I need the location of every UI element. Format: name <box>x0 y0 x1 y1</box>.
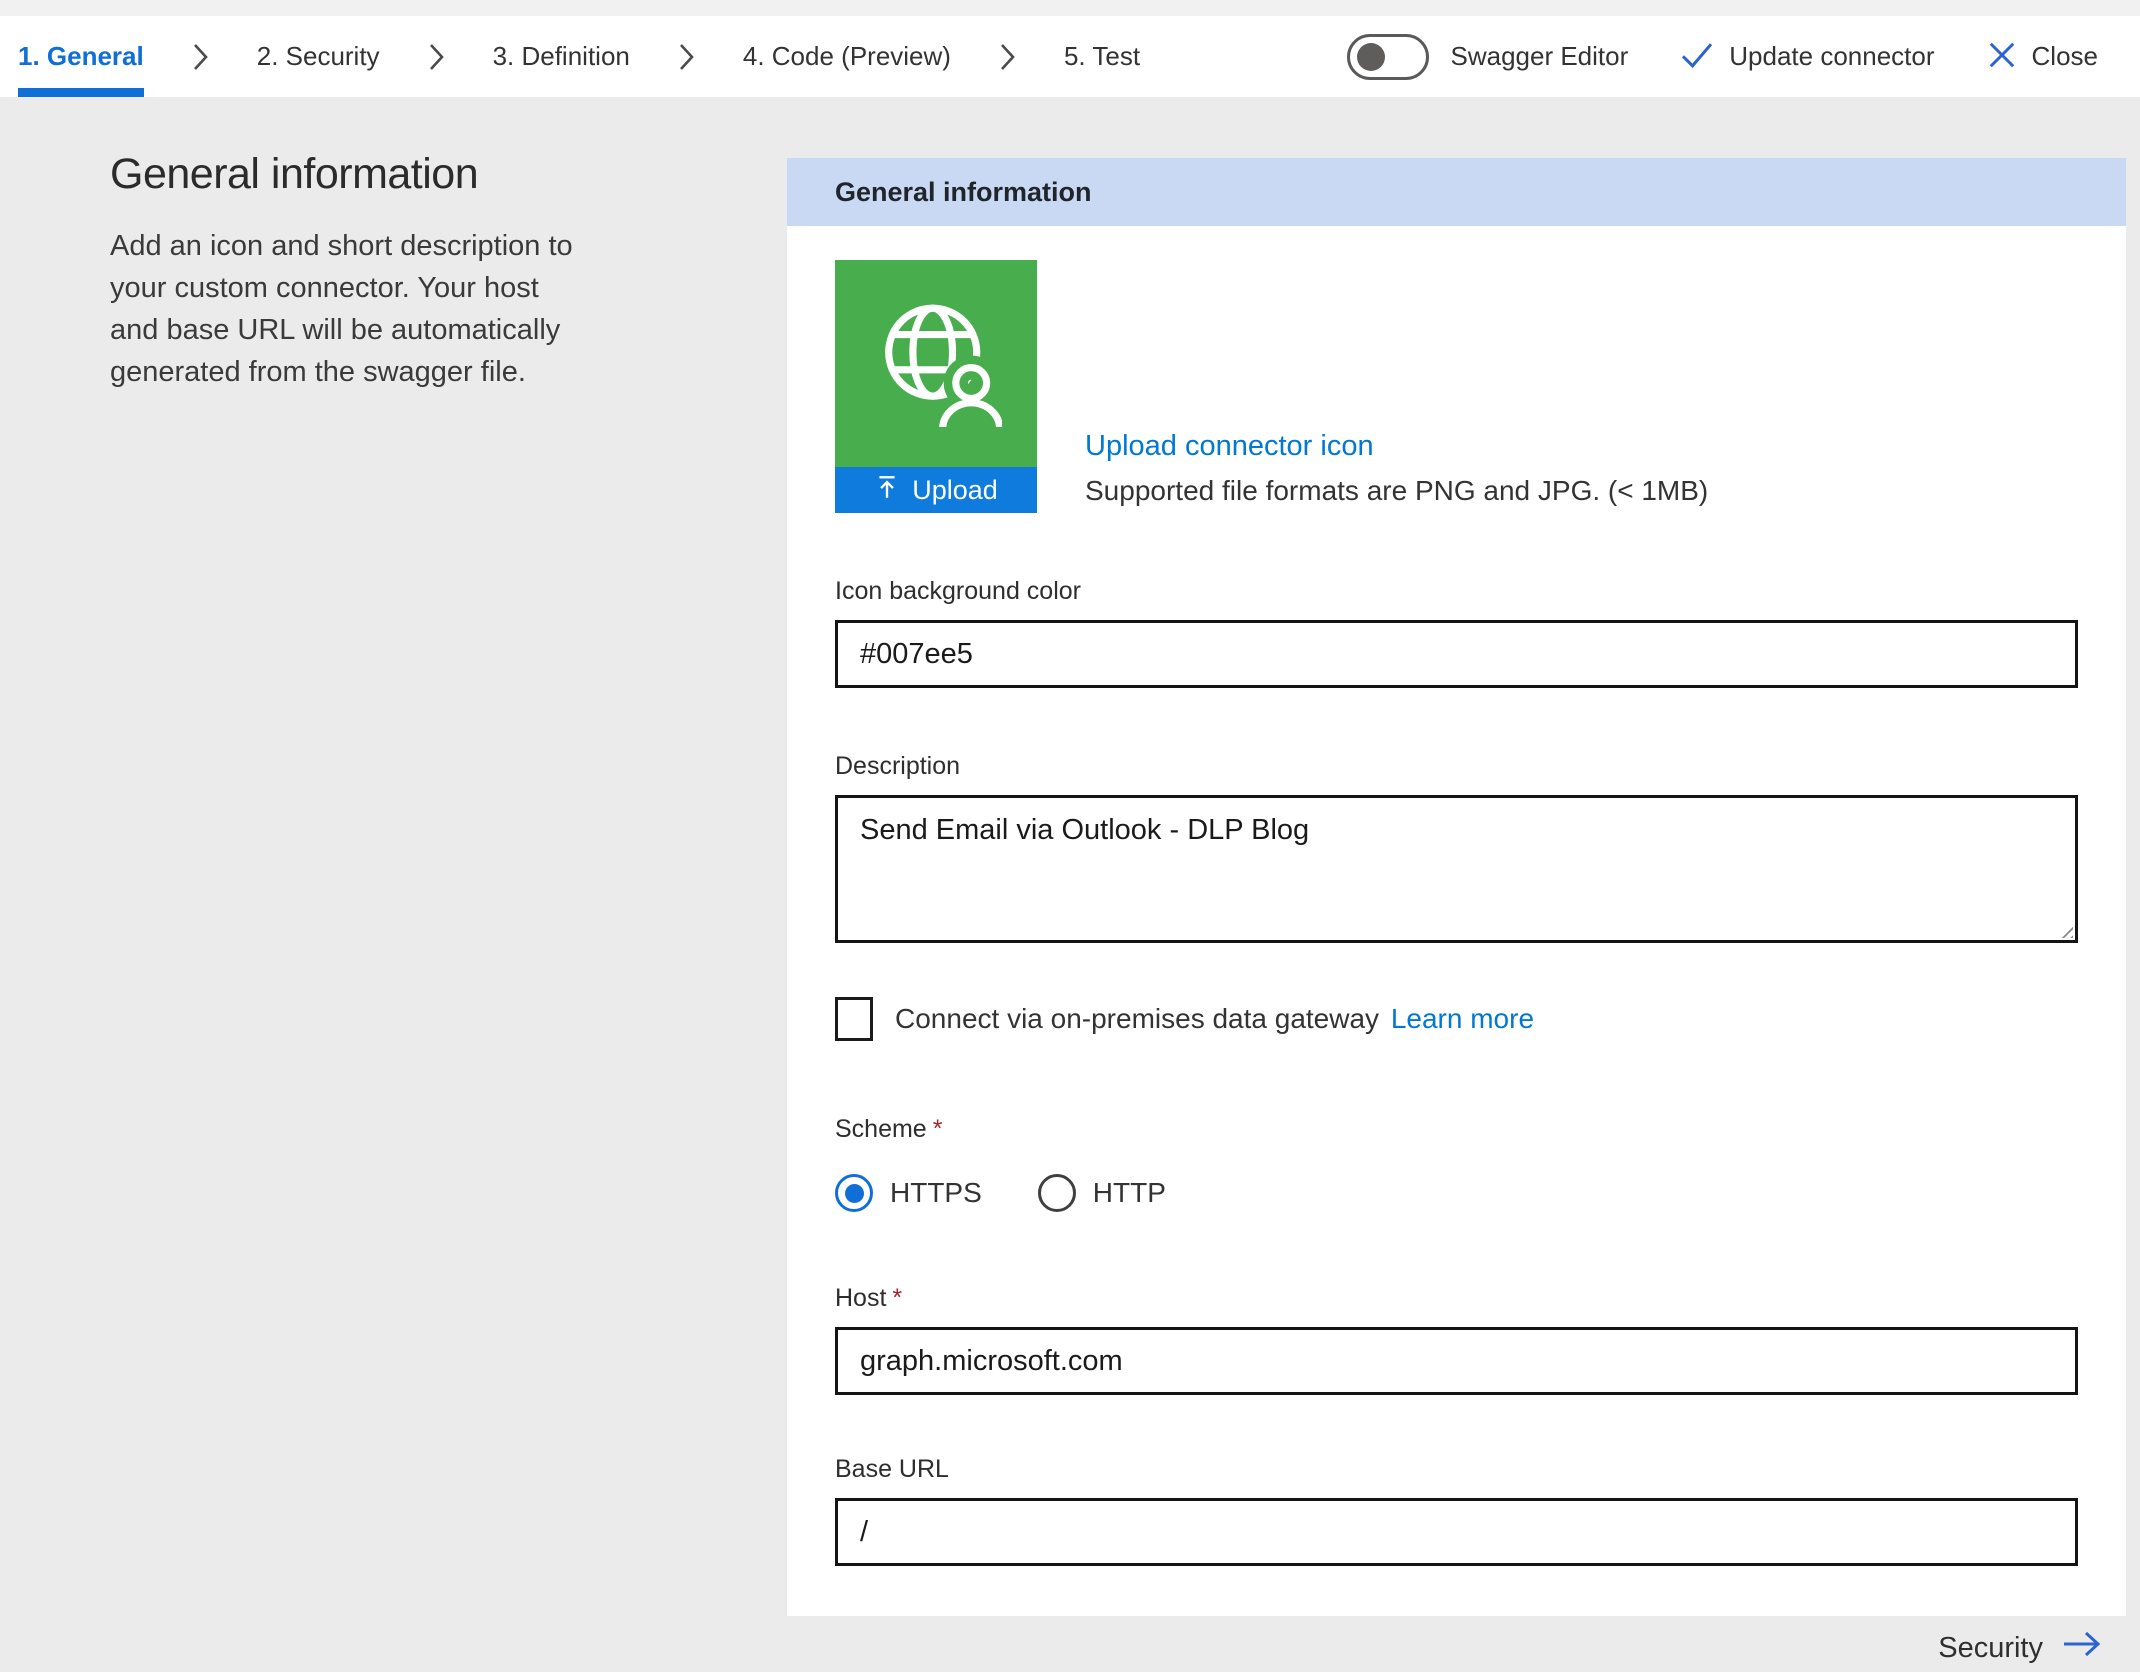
required-asterisk: * <box>892 1284 902 1312</box>
connector-icon-preview: Upload <box>835 260 1037 513</box>
close-label: Close <box>2032 41 2098 72</box>
radio-https-label: HTTPS <box>890 1177 982 1209</box>
scheme-radio-group: HTTPS HTTP <box>835 1174 2078 1212</box>
radio-http-label: HTTP <box>1093 1177 1166 1209</box>
icon-background-color-field: Icon background color <box>835 577 2078 688</box>
chevron-right-icon <box>678 16 695 97</box>
base-url-input[interactable] <box>835 1498 2078 1566</box>
tab-definition[interactable]: 3. Definition <box>493 16 630 97</box>
description-field: Description Send Email via Outlook - DLP… <box>835 752 2078 943</box>
window-top-strip <box>0 0 2140 16</box>
panel-body: Upload Upload connector icon Supported f… <box>787 226 2126 1616</box>
swagger-editor-toggle[interactable] <box>1347 34 1429 80</box>
chevron-right-icon <box>428 16 445 97</box>
host-field: Host* <box>835 1284 2078 1395</box>
page-description: Add an icon and short description to you… <box>110 225 582 393</box>
radio-option-https[interactable]: HTTPS <box>835 1174 982 1212</box>
checkmark-icon <box>1680 41 1714 72</box>
page-title: General information <box>110 150 582 199</box>
radio-option-http[interactable]: HTTP <box>1038 1174 1166 1212</box>
toggle-knob-icon <box>1357 43 1385 71</box>
close-icon <box>1987 40 2017 73</box>
tab-general[interactable]: 1. General <box>18 16 144 97</box>
tab-security[interactable]: 2. Security <box>257 16 380 97</box>
globe-user-icon <box>870 295 1002 432</box>
general-information-panel: General information <box>787 158 2126 1616</box>
learn-more-link[interactable]: Learn more <box>1391 1003 1534 1034</box>
update-connector-label: Update connector <box>1729 41 1934 72</box>
chevron-right-icon <box>192 16 209 97</box>
host-label: Host* <box>835 1284 2078 1313</box>
icon-background-color-label: Icon background color <box>835 577 2078 606</box>
description-label: Description <box>835 752 2078 781</box>
gateway-label: Connect via on-premises data gateway Lea… <box>895 1003 1534 1035</box>
swagger-editor-label: Swagger Editor <box>1451 41 1629 72</box>
upload-button-label: Upload <box>912 475 998 506</box>
wizard-steps: 1. General 2. Security 3. Definition 4. … <box>18 16 1140 97</box>
upload-button[interactable]: Upload <box>835 467 1037 513</box>
gateway-checkbox[interactable] <box>835 997 873 1041</box>
scheme-label: Scheme* <box>835 1115 2078 1144</box>
arrow-right-icon <box>2060 1628 2104 1668</box>
radio-unselected-icon <box>1038 1174 1076 1212</box>
upload-format-hint: Supported file formats are PNG and JPG. … <box>1085 475 1708 507</box>
upload-connector-icon-link[interactable]: Upload connector icon <box>1085 430 1374 463</box>
connector-icon-image <box>835 260 1037 467</box>
connector-icon-section: Upload Upload connector icon Supported f… <box>835 260 2078 513</box>
host-input[interactable] <box>835 1327 2078 1395</box>
gateway-checkbox-row: Connect via on-premises data gateway Lea… <box>835 997 2078 1041</box>
panel-header: General information <box>787 158 2126 226</box>
security-next-button[interactable]: Security <box>1938 1628 2104 1668</box>
topbar-actions: Swagger Editor Update connector Close <box>1347 16 2099 97</box>
scheme-field: Scheme* HTTPS HTTP <box>835 1115 2078 1212</box>
radio-selected-icon <box>835 1174 873 1212</box>
tab-code-preview[interactable]: 4. Code (Preview) <box>743 16 951 97</box>
base-url-field: Base URL <box>835 1455 2078 1566</box>
tab-test[interactable]: 5. Test <box>1064 16 1140 97</box>
upload-arrow-icon <box>874 474 900 507</box>
step-description-panel: General information Add an icon and shor… <box>110 150 582 393</box>
description-textarea[interactable]: Send Email via Outlook - DLP Blog <box>835 795 2078 943</box>
swagger-editor-toggle-group: Swagger Editor <box>1347 34 1629 80</box>
required-asterisk: * <box>933 1115 943 1143</box>
security-next-label: Security <box>1938 1632 2043 1665</box>
base-url-label: Base URL <box>835 1455 2078 1484</box>
chevron-right-icon <box>999 16 1016 97</box>
close-button[interactable]: Close <box>1987 40 2098 73</box>
wizard-topbar: 1. General 2. Security 3. Definition 4. … <box>0 16 2140 97</box>
upload-info: Upload connector icon Supported file for… <box>1085 430 1708 507</box>
update-connector-button[interactable]: Update connector <box>1680 41 1934 72</box>
icon-background-color-input[interactable] <box>835 620 2078 688</box>
